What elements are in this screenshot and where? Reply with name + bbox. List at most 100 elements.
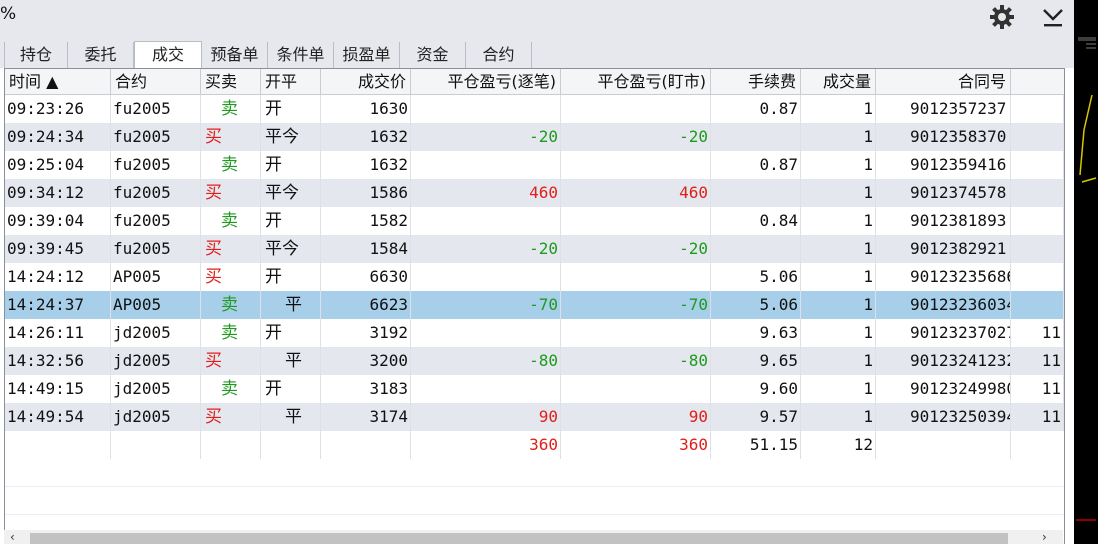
cell-pnl-mtm: -20 bbox=[561, 123, 711, 151]
cell-openclose: 开 bbox=[261, 95, 321, 123]
cell-pnl-each: -20 bbox=[411, 123, 561, 151]
table-row[interactable]: 09:24:34 fu2005 买平今 1632 -20 -20 1 9012358370 bbox=[5, 123, 1064, 151]
cell-contract: fu2005 bbox=[111, 179, 201, 207]
cell-price: 3183 bbox=[321, 375, 411, 403]
cell-extra bbox=[1011, 179, 1064, 207]
arrow-left-icon[interactable]: ‹ bbox=[10, 530, 15, 544]
col-pnl-each-header[interactable]: 平仓盈亏(逐笔) bbox=[411, 69, 561, 95]
table-row[interactable]: 09:39:04 fu2005 卖开 1582 0.84 1 9012381893 bbox=[5, 207, 1064, 235]
cell-price: 1582 bbox=[321, 207, 411, 235]
tab-bar: 持仓 委托 成交 预备单 条件单 损盈单 资金 合约 bbox=[0, 36, 1074, 69]
cell-order-no: 90123235686031203 bbox=[876, 263, 1011, 291]
col-fee-header[interactable]: 手续费 bbox=[711, 69, 801, 95]
cell-openclose: 开 bbox=[261, 375, 321, 403]
cell-time: 14:24:37 bbox=[5, 291, 111, 319]
cell-contract: fu2005 bbox=[111, 151, 201, 179]
cell-pnl-mtm: 460 bbox=[561, 179, 711, 207]
col-side-header[interactable]: 买卖 bbox=[201, 69, 261, 95]
table-row[interactable]: 14:26:11 jd2005 卖开 3192 9.63 1 90123237027 11 bbox=[5, 319, 1064, 347]
cell-order-no: 90123237027 bbox=[876, 319, 1011, 347]
cell-extra bbox=[1011, 291, 1064, 319]
tab-contracts[interactable]: 合约 bbox=[466, 42, 532, 68]
cell-side: 卖 bbox=[201, 375, 261, 403]
col-pnl-mtm-header[interactable]: 平仓盈亏(盯市) bbox=[561, 69, 711, 95]
totals-time-cell bbox=[5, 431, 111, 459]
col-extra-header[interactable] bbox=[1011, 69, 1064, 95]
table-row[interactable]: 14:24:37 AP005 卖平 6623 -70 -70 5.06 1 9012323603… bbox=[5, 291, 1064, 319]
cell-qty: 1 bbox=[801, 235, 876, 263]
cell-order-no: 9012374578 bbox=[876, 179, 1011, 207]
cell-order-no: 90123236034031203 bbox=[876, 291, 1011, 319]
tab-positions[interactable]: 持仓 bbox=[4, 42, 68, 68]
table-row[interactable]: 14:32:56 jd2005 买平 3200 -80 -80 9.65 1 901232412… bbox=[5, 347, 1064, 375]
horizontal-scrollbar[interactable]: ‹ › bbox=[4, 530, 1063, 544]
cell-fee bbox=[711, 235, 801, 263]
cell-contract: fu2005 bbox=[111, 235, 201, 263]
cell-pnl-mtm: -20 bbox=[561, 235, 711, 263]
tab-conditional-orders[interactable]: 条件单 bbox=[268, 42, 334, 68]
cell-qty: 1 bbox=[801, 347, 876, 375]
arrow-right-icon[interactable]: › bbox=[1042, 530, 1047, 544]
tab-pre-orders[interactable]: 预备单 bbox=[202, 42, 268, 68]
cell-pnl-each bbox=[411, 151, 561, 179]
totals-pnl-each: 360 bbox=[411, 431, 561, 459]
cell-pnl-each bbox=[411, 319, 561, 347]
tab-stop-orders[interactable]: 损盈单 bbox=[334, 42, 400, 68]
cell-qty: 1 bbox=[801, 95, 876, 123]
totals-openclose-cell bbox=[261, 431, 321, 459]
gear-icon[interactable] bbox=[989, 4, 1015, 30]
col-contract-header[interactable]: 合约 bbox=[111, 69, 201, 95]
cell-order-no: 9012358370 bbox=[876, 123, 1011, 151]
cell-side: 卖 bbox=[201, 291, 261, 319]
cell-order-no: 90123250394 bbox=[876, 403, 1011, 431]
cell-qty: 1 bbox=[801, 263, 876, 291]
table-row[interactable]: 14:49:54 jd2005 买平 3174 90 90 9.57 1 90123250394… bbox=[5, 403, 1064, 431]
cell-fee: 9.63 bbox=[711, 319, 801, 347]
table-row[interactable]: 14:24:12AP005买开6630 5.0619012323568603120… bbox=[5, 263, 1064, 291]
totals-pnl-mtm: 360 bbox=[561, 431, 711, 459]
table-row[interactable]: 09:23:26 fu2005 卖开 1630 0.87 1 9012357237 bbox=[5, 95, 1064, 123]
table-row[interactable]: 09:25:04 fu2005 卖开 1632 0.87 1 9012359416 bbox=[5, 151, 1064, 179]
minimize-icon[interactable] bbox=[1040, 4, 1066, 30]
chart-edge-decoration bbox=[1076, 37, 1097, 521]
col-price-header[interactable]: 成交价 bbox=[321, 69, 411, 95]
cell-side: 买 bbox=[201, 179, 261, 207]
empty-row bbox=[5, 459, 1064, 487]
cell-openclose: 平 bbox=[261, 347, 321, 375]
cell-qty: 1 bbox=[801, 123, 876, 151]
cell-order-no: 90123241232 bbox=[876, 347, 1011, 375]
empty-row bbox=[5, 487, 1064, 515]
cell-side: 买 bbox=[201, 263, 261, 291]
scrollbar-thumb[interactable] bbox=[30, 533, 1008, 544]
title-bar: % bbox=[0, 0, 1074, 36]
cell-fee bbox=[711, 123, 801, 151]
cell-openclose: 开 bbox=[261, 263, 321, 291]
col-qty-header[interactable]: 成交量 bbox=[801, 69, 876, 95]
tab-orders[interactable]: 委托 bbox=[68, 42, 134, 68]
cell-time: 14:26:11 bbox=[5, 319, 111, 347]
cell-order-no: 9012382921 bbox=[876, 235, 1011, 263]
cell-qty: 1 bbox=[801, 291, 876, 319]
cell-openclose: 开 bbox=[261, 151, 321, 179]
tab-trades[interactable]: 成交 bbox=[134, 41, 202, 69]
cell-time: 14:24:12 bbox=[5, 263, 111, 291]
cell-pnl-each: 460 bbox=[411, 179, 561, 207]
cell-side: 买 bbox=[201, 403, 261, 431]
table-row[interactable]: 09:34:12 fu2005 买平今 1586 460 460 1 9012374578 bbox=[5, 179, 1064, 207]
cell-side: 卖 bbox=[201, 319, 261, 347]
window-title: % bbox=[0, 4, 17, 24]
totals-price-cell bbox=[321, 431, 411, 459]
cell-extra: 11 bbox=[1011, 347, 1064, 375]
table-row[interactable]: 09:39:45 fu2005 买平今 1584 -20 -20 1 9012382921 bbox=[5, 235, 1064, 263]
cell-extra bbox=[1011, 207, 1064, 235]
col-order-no-header[interactable]: 合同号 bbox=[876, 69, 1011, 95]
tab-funds[interactable]: 资金 bbox=[400, 42, 466, 68]
cell-time: 09:39:04 bbox=[5, 207, 111, 235]
cell-side: 卖 bbox=[201, 207, 261, 235]
col-time-header[interactable]: 时间 ▲ bbox=[5, 69, 111, 95]
cell-qty: 1 bbox=[801, 207, 876, 235]
table-row[interactable]: 14:49:15 jd2005 卖开 3183 9.60 1 90123249980 11 bbox=[5, 375, 1064, 403]
col-openclose-header[interactable]: 开平 bbox=[261, 69, 321, 95]
cell-pnl-mtm bbox=[561, 95, 711, 123]
cell-order-no: 90123249980 bbox=[876, 375, 1011, 403]
